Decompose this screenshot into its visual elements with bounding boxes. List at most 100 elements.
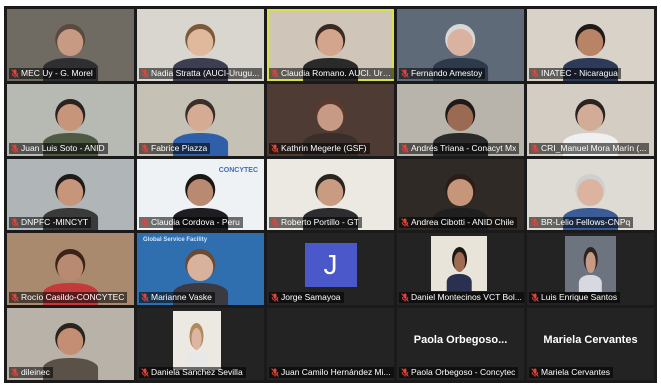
participant-name: Claudia Cordova - Peru [151,217,240,228]
participant-name: Jorge Samayoa [281,292,341,303]
participant-name-label: Mariela Cervantes [529,367,613,378]
participant-name: MEC Uy - G. Morel [21,67,93,78]
participant-tile[interactable]: INATEC - Nicaragua [527,9,654,81]
participant-video [186,324,208,370]
mic-muted-icon [531,368,539,377]
participant-name-label: BR-Lelio Fellows-CNPq [529,217,634,229]
mic-muted-icon [401,143,409,153]
participant-avatar: J [304,242,357,287]
participant-video [446,248,472,291]
participant-video-inset [172,311,221,370]
participant-name: Juan Camilo Hernández Mi... [281,367,391,377]
mic-muted-icon [271,293,279,302]
participant-tile[interactable]: Andrea Cibotti - ANID Chile [397,158,524,231]
participant-tile[interactable]: Luis Enrique Santos [527,233,654,306]
participant-name: BR-Lelio Fellows-CNPq [541,217,631,228]
participant-name: CRI_Manuel Mora Marín (... [541,142,647,153]
participant-name: Daniel Montecinos VCT Bol... [411,292,522,303]
participant-name-label: Daniela Sanchez Sevilla [139,367,246,378]
participant-tile[interactable]: dileinec [7,308,134,380]
participant-video-inset [565,236,616,293]
participant-name-label: Claudia Cordova - Peru [139,217,243,229]
participant-name: Roberto Portillo - GT [281,217,359,228]
participant-name-label: DNPFC -MINCYT [9,217,92,229]
participant-tile[interactable]: DNPFC -MINCYT [7,158,134,231]
participant-name: Mariela Cervantes [541,367,610,377]
participant-name-label: Nadia Stratta (AUCI-Urugu... [139,67,263,79]
participant-name: INATEC - Nicaragua [541,67,618,78]
participant-name: Daniela Sanchez Sevilla [151,367,243,377]
participant-display-name: Paola Orbegoso... [413,334,508,347]
participant-name-label: Roberto Portillo - GT [269,217,362,229]
participant-tile[interactable]: Rocío Casildo-CONCYTEC [7,233,134,306]
mic-muted-icon [141,143,149,153]
participant-tile[interactable]: Daniela Sanchez Sevilla [137,308,264,380]
participant-tile[interactable]: Fernando Amestoy [397,9,524,81]
video-gallery: MEC Uy - G. Morel Nadia Stratta (AUCI-Uru… [4,6,657,383]
mic-muted-icon [531,293,539,302]
mic-muted-icon [271,143,279,153]
participant-tile[interactable]: Nadia Stratta (AUCI-Urugu... [137,9,264,81]
participant-name-label: Daniel Montecinos VCT Bol... [399,292,524,304]
participant-name-label: Jorge Samayoa [269,292,344,304]
concytec-logo: CONCYTEC [218,166,258,174]
participant-name-label: Andrés Triana - Conacyt Mx [399,142,520,154]
participant-tile[interactable]: Daniel Montecinos VCT Bol... [397,233,524,306]
mic-muted-icon [11,143,19,153]
participant-name: Juan Luis Soto - ANID [21,142,105,153]
participant-tile[interactable]: BR-Lelio Fellows-CNPq [527,158,654,231]
mic-muted-icon [271,368,279,377]
participant-tile[interactable]: MEC Uy - G. Morel [7,9,134,81]
participant-name-label: Juan Camilo Hernández Mi... [269,367,394,378]
participant-name-label: Fabrice Piazza [139,142,211,154]
participant-name: Kathrin Megerle (GSF) [281,142,367,153]
mic-muted-icon [401,218,409,228]
participant-name-label: MEC Uy - G. Morel [9,67,96,79]
participant-name: Andrea Cibotti - ANID Chile [411,217,514,228]
participant-name: Marianne Vaske [151,292,212,303]
participant-name-label: Juan Luis Soto - ANID [9,142,108,154]
mic-muted-icon [11,293,19,302]
participant-name-label: Kathrin Megerle (GSF) [269,142,370,154]
participant-video [579,249,602,293]
mic-muted-icon [141,368,149,377]
participant-name-label: Fernando Amestoy [399,67,486,79]
participant-tile[interactable]: Juan Camilo Hernández Mi... [267,308,394,380]
participant-tile[interactable]: Roberto Portillo - GT [267,158,394,231]
participant-name-label: Luis Enrique Santos [529,292,621,304]
participant-video-inset [431,236,488,291]
participant-tile[interactable]: Mariela Cervantes Mariela Cervantes [527,308,654,380]
participant-tile[interactable]: CRI_Manuel Mora Marín (... [527,83,654,156]
participant-tile[interactable]: Kathrin Megerle (GSF) [267,83,394,156]
mic-muted-icon [141,69,149,78]
mic-muted-icon [531,143,539,153]
mic-muted-icon [11,218,19,228]
participant-name-label: Andrea Cibotti - ANID Chile [399,217,517,229]
mic-muted-icon [271,218,279,228]
participant-name: Fernando Amestoy [411,67,483,78]
participant-name: Fabrice Piazza [151,142,208,153]
participant-tile[interactable]: Global Service Facility Marianne Vaske [137,233,264,306]
participant-tile[interactable]: Andrés Triana - Conacyt Mx [397,83,524,156]
mic-muted-icon [401,69,409,78]
participant-tile[interactable]: Paola Orbegoso... Paola Orbegoso - Concyt… [397,308,524,380]
participant-name-label: Paola Orbegoso - Concytec [399,367,519,378]
mic-muted-icon [141,218,149,228]
participant-name-label: Claudia Romano. AUCI. Urugu... [269,67,394,79]
participant-tile[interactable]: Fabrice Piazza [137,83,264,156]
participant-tile[interactable]: J Jorge Samayoa [267,233,394,306]
participant-display-name: Mariela Cervantes [543,334,638,347]
mic-muted-icon [11,69,19,78]
participant-tile[interactable]: CONCYTEC Claudia Cordova - Peru [137,158,264,231]
mic-muted-icon [271,69,279,78]
participant-name-label: INATEC - Nicaragua [529,67,621,79]
mic-muted-icon [11,368,19,377]
participant-tile[interactable]: Claudia Romano. AUCI. Urugu... [267,9,394,81]
participant-name: DNPFC -MINCYT [21,217,89,228]
participant-name: Paola Orbegoso - Concytec [411,367,516,377]
mic-muted-icon [531,69,539,78]
participant-tile[interactable]: Juan Luis Soto - ANID [7,83,134,156]
participant-name-label: Marianne Vaske [139,292,215,304]
mic-muted-icon [141,293,149,302]
mic-muted-icon [401,293,409,302]
